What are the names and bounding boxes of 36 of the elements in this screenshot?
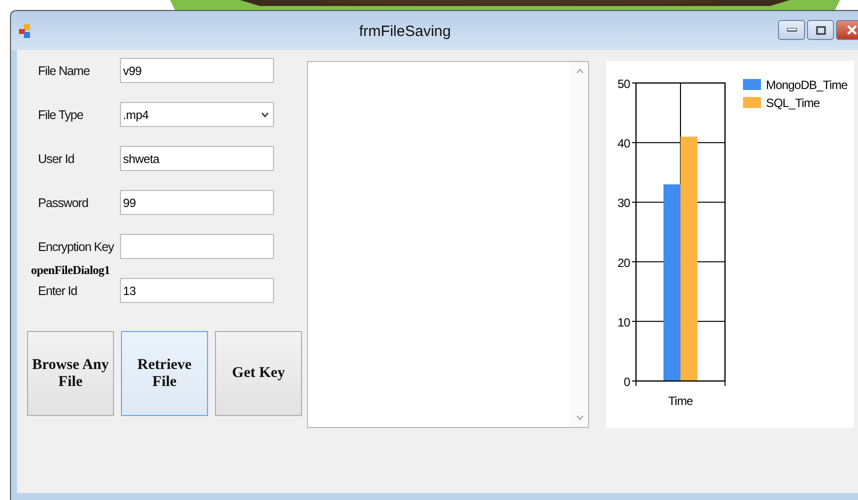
file-type-dropdown[interactable]: .mp4 xyxy=(120,102,274,127)
field-label: Password xyxy=(38,196,90,210)
scrollbar[interactable] xyxy=(571,62,588,427)
axis-tick-label: 30 xyxy=(617,196,630,210)
restore-button[interactable] xyxy=(807,20,834,40)
action-button[interactable]: Browse Any File xyxy=(27,331,114,416)
legend-label: SQL_Time xyxy=(766,96,820,110)
minimize-icon xyxy=(786,28,796,32)
minimize-button[interactable] xyxy=(778,20,805,40)
axis-tick-label: 50 xyxy=(617,77,630,91)
field-label: User Id xyxy=(38,152,76,166)
legend-label: MongoDB_Time xyxy=(766,78,848,92)
close-icon xyxy=(847,25,857,35)
window-title: frmFileSaving xyxy=(358,23,452,40)
input-field[interactable]: shweta xyxy=(120,146,274,171)
action-button[interactable]: Get Key xyxy=(215,331,302,416)
axis-tick-label: 20 xyxy=(617,256,630,270)
scroll-down-icon[interactable] xyxy=(576,415,584,421)
scroll-up-icon[interactable] xyxy=(576,68,584,74)
axis-tick-label: 40 xyxy=(617,136,630,151)
input-field[interactable]: 99 xyxy=(120,190,274,215)
field-label: File Type xyxy=(38,108,84,122)
axis-category-label: Time xyxy=(668,394,693,408)
component-label: openFileDialog1 xyxy=(31,263,110,278)
field-label: Encryption Key xyxy=(38,240,115,254)
input-field[interactable]: v99 xyxy=(120,58,274,83)
restore-icon xyxy=(816,26,826,34)
field-label: Enter Id xyxy=(38,284,78,298)
field-label: File Name xyxy=(38,64,91,78)
axis-tick-label: 0 xyxy=(624,375,630,389)
input-field[interactable]: 13 xyxy=(120,278,274,303)
action-button[interactable]: Retrieve File xyxy=(121,331,208,416)
app-icon xyxy=(19,24,31,38)
axis-tick-label: 10 xyxy=(617,315,630,330)
input-field[interactable] xyxy=(120,234,274,259)
chevron-down-icon xyxy=(261,112,269,118)
